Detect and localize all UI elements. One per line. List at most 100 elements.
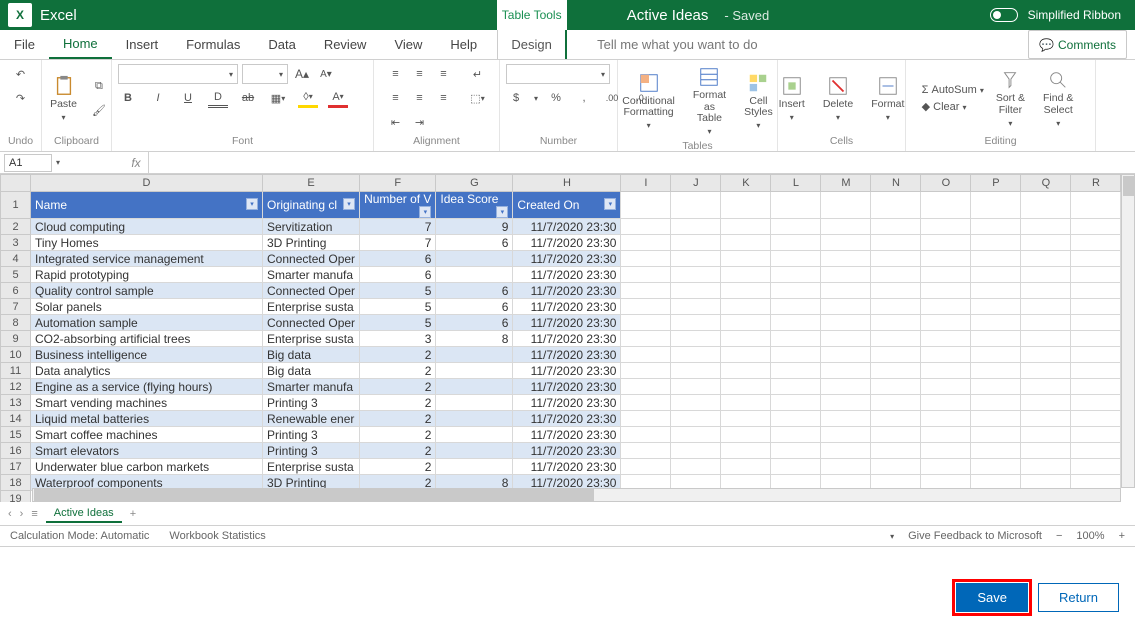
empty-cell[interactable] bbox=[621, 411, 671, 427]
empty-cell[interactable] bbox=[921, 411, 971, 427]
table-cell[interactable]: Cloud computing bbox=[31, 219, 263, 235]
empty-cell[interactable] bbox=[821, 251, 871, 267]
empty-cell[interactable] bbox=[671, 251, 721, 267]
table-cell[interactable]: Tiny Homes bbox=[31, 235, 263, 251]
empty-cell[interactable] bbox=[971, 363, 1021, 379]
empty-cell[interactable] bbox=[821, 331, 871, 347]
empty-cell[interactable] bbox=[621, 251, 671, 267]
double-underline-button[interactable]: D bbox=[208, 88, 228, 108]
empty-cell[interactable] bbox=[871, 299, 921, 315]
redo-button[interactable]: ↷ bbox=[11, 88, 31, 108]
table-cell[interactable]: 2 bbox=[360, 363, 436, 379]
table-cell[interactable]: Enterprise susta bbox=[263, 459, 360, 475]
conditional-formatting-button[interactable]: Conditional Formatting▾ bbox=[616, 70, 681, 132]
tab-formulas[interactable]: Formulas bbox=[172, 30, 254, 59]
table-cell[interactable]: 6 bbox=[360, 251, 436, 267]
return-button[interactable]: Return bbox=[1038, 583, 1119, 612]
save-button[interactable]: Save bbox=[956, 583, 1028, 612]
format-painter-icon[interactable]: 🖌 bbox=[89, 101, 109, 121]
align-left-icon[interactable]: ≡ bbox=[386, 88, 406, 108]
sheet-tab-active[interactable]: Active Ideas bbox=[46, 505, 122, 523]
table-cell[interactable]: 11/7/2020 23:30 bbox=[513, 443, 621, 459]
table-cell[interactable]: Automation sample bbox=[31, 315, 263, 331]
align-top-icon[interactable]: ≡ bbox=[386, 64, 406, 84]
empty-cell[interactable] bbox=[721, 235, 771, 251]
table-cell[interactable]: 11/7/2020 23:30 bbox=[513, 283, 621, 299]
empty-cell[interactable] bbox=[971, 379, 1021, 395]
empty-cell[interactable] bbox=[671, 459, 721, 475]
tab-home[interactable]: Home bbox=[49, 30, 112, 59]
sheet-nav-prev-icon[interactable]: ‹ bbox=[8, 508, 12, 520]
table-cell[interactable]: CO2-absorbing artificial trees bbox=[31, 331, 263, 347]
empty-cell[interactable] bbox=[1071, 411, 1121, 427]
paste-button[interactable]: Paste▾ bbox=[44, 73, 83, 124]
table-cell[interactable]: 11/7/2020 23:30 bbox=[513, 219, 621, 235]
empty-cell[interactable] bbox=[971, 267, 1021, 283]
delete-cells-button[interactable]: Delete▾ bbox=[817, 73, 859, 124]
empty-cell[interactable] bbox=[921, 379, 971, 395]
empty-cell[interactable] bbox=[671, 219, 721, 235]
insert-cells-button[interactable]: Insert▾ bbox=[773, 73, 811, 124]
empty-cell[interactable] bbox=[771, 395, 821, 411]
empty-cell[interactable] bbox=[971, 443, 1021, 459]
empty-cell[interactable] bbox=[821, 395, 871, 411]
empty-cell[interactable] bbox=[1021, 443, 1071, 459]
strikethrough-button[interactable]: ab bbox=[238, 88, 258, 108]
empty-cell[interactable] bbox=[1071, 219, 1121, 235]
tab-view[interactable]: View bbox=[380, 30, 436, 59]
empty-cell[interactable] bbox=[921, 443, 971, 459]
empty-cell[interactable] bbox=[771, 347, 821, 363]
table-cell[interactable]: Servitization bbox=[263, 219, 360, 235]
empty-cell[interactable] bbox=[921, 315, 971, 331]
table-cell[interactable]: 11/7/2020 23:30 bbox=[513, 267, 621, 283]
empty-cell[interactable] bbox=[921, 395, 971, 411]
empty-cell[interactable] bbox=[921, 251, 971, 267]
table-cell[interactable]: 11/7/2020 23:30 bbox=[513, 363, 621, 379]
tab-design[interactable]: Design bbox=[497, 30, 567, 59]
empty-cell[interactable] bbox=[671, 443, 721, 459]
empty-cell[interactable] bbox=[971, 411, 1021, 427]
empty-cell[interactable] bbox=[871, 283, 921, 299]
empty-cell[interactable] bbox=[771, 315, 821, 331]
percent-button[interactable]: % bbox=[546, 88, 566, 108]
undo-button[interactable]: ↶ bbox=[11, 64, 31, 84]
table-cell[interactable]: 6 bbox=[436, 315, 513, 331]
table-cell[interactable] bbox=[436, 363, 513, 379]
table-cell[interactable]: Rapid prototyping bbox=[31, 267, 263, 283]
empty-cell[interactable] bbox=[821, 443, 871, 459]
empty-cell[interactable] bbox=[1071, 459, 1121, 475]
table-cell[interactable]: 3D Printing bbox=[263, 235, 360, 251]
table-column-header[interactable]: Number of V▾ bbox=[360, 192, 436, 219]
table-cell[interactable]: 11/7/2020 23:30 bbox=[513, 347, 621, 363]
empty-cell[interactable] bbox=[671, 235, 721, 251]
empty-cell[interactable] bbox=[1021, 299, 1071, 315]
wrap-text-icon[interactable]: ↵ bbox=[468, 64, 488, 84]
empty-cell[interactable] bbox=[1021, 331, 1071, 347]
decrease-font-icon[interactable]: A▾ bbox=[316, 64, 336, 84]
zoom-in-button[interactable]: + bbox=[1119, 530, 1125, 542]
fx-button[interactable]: fx bbox=[124, 156, 148, 170]
empty-cell[interactable] bbox=[621, 443, 671, 459]
empty-cell[interactable] bbox=[971, 331, 1021, 347]
empty-cell[interactable] bbox=[771, 331, 821, 347]
empty-cell[interactable] bbox=[721, 331, 771, 347]
decrease-indent-icon[interactable]: ⇤ bbox=[386, 112, 406, 132]
empty-cell[interactable] bbox=[1071, 347, 1121, 363]
empty-cell[interactable] bbox=[1021, 363, 1071, 379]
empty-cell[interactable] bbox=[721, 219, 771, 235]
table-cell[interactable]: Smart elevators bbox=[31, 443, 263, 459]
table-cell[interactable]: Printing 3 bbox=[263, 443, 360, 459]
empty-cell[interactable] bbox=[771, 251, 821, 267]
empty-cell[interactable] bbox=[1071, 235, 1121, 251]
empty-cell[interactable] bbox=[971, 283, 1021, 299]
empty-cell[interactable] bbox=[971, 347, 1021, 363]
table-cell[interactable]: 11/7/2020 23:30 bbox=[513, 315, 621, 331]
empty-cell[interactable] bbox=[621, 283, 671, 299]
empty-cell[interactable] bbox=[1071, 315, 1121, 331]
empty-cell[interactable] bbox=[921, 267, 971, 283]
sheet-nav-next-icon[interactable]: › bbox=[20, 508, 24, 520]
empty-cell[interactable] bbox=[821, 379, 871, 395]
table-cell[interactable] bbox=[436, 395, 513, 411]
empty-cell[interactable] bbox=[1071, 379, 1121, 395]
feedback-link[interactable]: Give Feedback to Microsoft bbox=[908, 530, 1042, 542]
